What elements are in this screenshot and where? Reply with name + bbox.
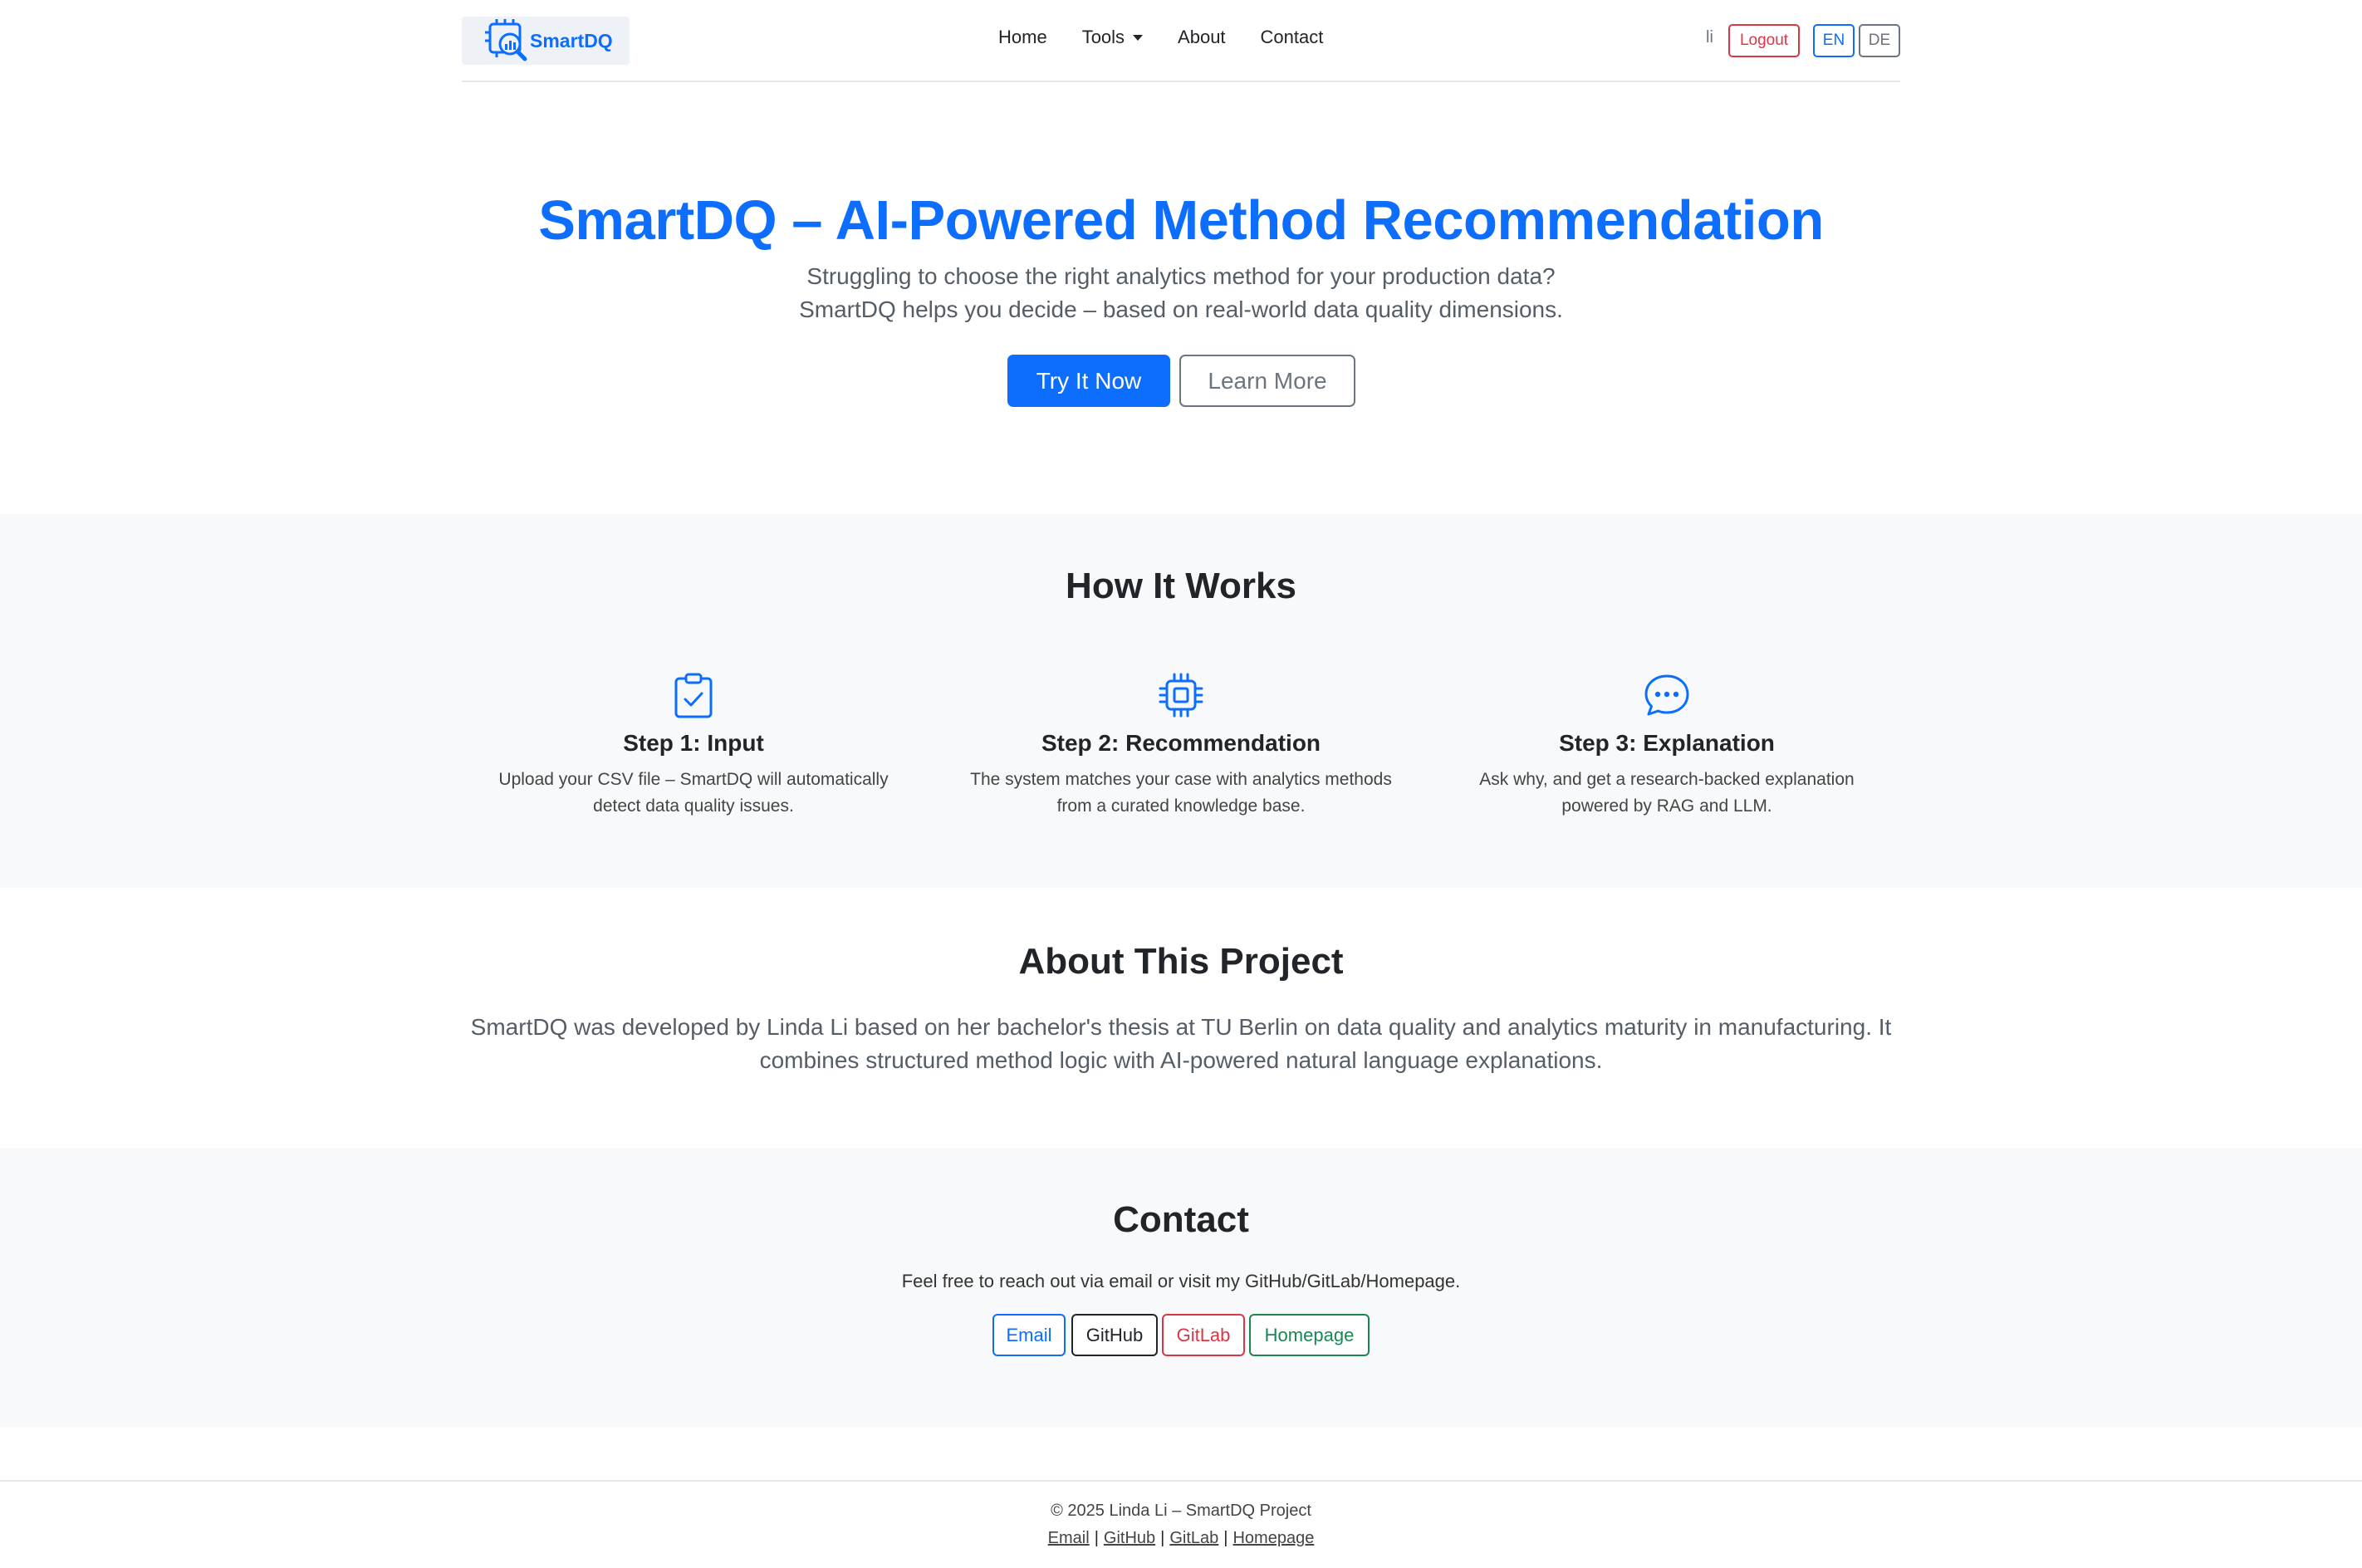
- step-title: Step 1: Input: [623, 730, 764, 756]
- brand-logo[interactable]: SmartDQ: [462, 17, 630, 65]
- hero-subtitle-line2: SmartDQ helps you decide – based on real…: [799, 296, 1563, 322]
- brand-name: SmartDQ: [530, 29, 613, 51]
- step-description-line2: powered by RAG and LLM.: [1561, 796, 1772, 816]
- contact-title: Contact: [1113, 1199, 1249, 1240]
- step-description-line1: The system matches your case with analyt…: [970, 770, 1392, 789]
- footer-separator: |: [1160, 1529, 1165, 1547]
- contact-github-button[interactable]: GitHub: [1071, 1314, 1158, 1356]
- step-description-line1: Ask why, and get a research-backed expla…: [1479, 770, 1855, 789]
- footer-link-email[interactable]: Email: [1048, 1529, 1090, 1547]
- how-it-works-title: How It Works: [1066, 566, 1296, 606]
- footer-link-homepage[interactable]: Homepage: [1232, 1529, 1314, 1547]
- logout-button[interactable]: Logout: [1728, 24, 1800, 57]
- contact-gitlab-button[interactable]: GitLab: [1162, 1314, 1245, 1356]
- nav-tools-label: Tools: [1081, 27, 1125, 47]
- step-title: Step 2: Recommendation: [1041, 730, 1321, 756]
- contact-text: Feel free to reach out via email or visi…: [901, 1271, 1461, 1291]
- navbar: SmartDQ Home Tools About Contact li Logo…: [462, 0, 1900, 82]
- step-title: Step 3: Explanation: [1559, 730, 1775, 756]
- clipboard-check-icon: [674, 673, 713, 718]
- how-it-works-section: How It Works Step 1: Input Upload your C…: [0, 514, 2362, 888]
- footer-separator: |: [1223, 1529, 1228, 1547]
- lang-de-button[interactable]: DE: [1859, 24, 1900, 57]
- step-description: The system matches your case with analyt…: [948, 767, 1414, 820]
- try-it-now-button[interactable]: Try It Now: [1007, 355, 1170, 407]
- about-section: About This Project SmartDQ was developed…: [0, 888, 2362, 1148]
- footer-link-gitlab[interactable]: GitLab: [1169, 1529, 1218, 1547]
- lang-en-button[interactable]: EN: [1813, 24, 1855, 57]
- contact-email-button[interactable]: Email: [992, 1314, 1066, 1356]
- step-description-line1: Upload your CSV file – SmartDQ will auto…: [498, 770, 889, 789]
- contact-homepage-button[interactable]: Homepage: [1249, 1314, 1370, 1356]
- user-name: li: [1706, 28, 1713, 47]
- hero-title: SmartDQ – AI-Powered Method Recommendati…: [538, 189, 1824, 252]
- cpu-icon: [1159, 673, 1203, 718]
- footer: © 2025 Linda Li – SmartDQ Project Email |…: [0, 1480, 2362, 1568]
- footer-separator: |: [1094, 1529, 1099, 1547]
- nav-contact[interactable]: Contact: [1261, 27, 1324, 48]
- step-description: Upload your CSV file – SmartDQ will auto…: [461, 767, 926, 820]
- about-title: About This Project: [1018, 941, 1344, 982]
- step-description: Ask why, and get a research-backed expla…: [1434, 767, 1899, 820]
- hero-section: SmartDQ – AI-Powered Method Recommendati…: [0, 82, 2362, 514]
- nav-links: Home Tools About Contact: [998, 27, 1358, 48]
- step-description-line2: detect data quality issues.: [593, 796, 794, 816]
- nav-tools-dropdown[interactable]: Tools: [1081, 27, 1144, 48]
- hero-subtitle-line1: Struggling to choose the right analytics…: [806, 263, 1556, 289]
- caret-down-icon: [1133, 34, 1144, 41]
- contact-section: Contact Feel free to reach out via email…: [0, 1148, 2362, 1427]
- step-card: Step 3: Explanation Ask why, and get a r…: [1434, 672, 1899, 820]
- learn-more-button[interactable]: Learn More: [1179, 355, 1355, 407]
- nav-home[interactable]: Home: [998, 27, 1047, 48]
- footer-copyright: © 2025 Linda Li – SmartDQ Project: [1051, 1502, 1311, 1520]
- footer-links: Email | GitHub | GitLab | Homepage: [0, 1529, 2362, 1548]
- about-text: SmartDQ was developed by Linda Li based …: [470, 1014, 1892, 1073]
- step-description-line2: from a curated knowledge base.: [1056, 796, 1306, 816]
- chat-dots-icon: [1644, 674, 1689, 716]
- step-card: Step 2: Recommendation The system matche…: [948, 672, 1414, 820]
- chip-magnifier-icon: [485, 19, 527, 61]
- step-card: Step 1: Input Upload your CSV file – Sma…: [461, 672, 926, 820]
- nav-about[interactable]: About: [1178, 27, 1226, 48]
- footer-link-github[interactable]: GitHub: [1104, 1529, 1155, 1547]
